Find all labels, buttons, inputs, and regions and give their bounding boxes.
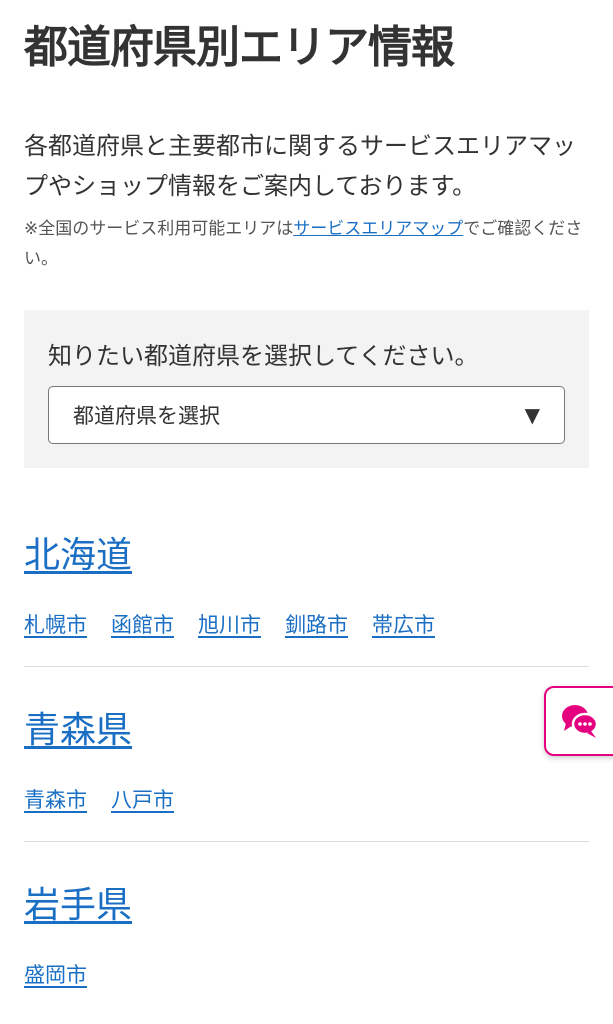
city-link[interactable]: 札幌市	[24, 608, 87, 642]
page: 都道府県別エリア情報 各都道府県と主要都市に関するサービスエリアマップやショップ…	[0, 0, 613, 1024]
chat-bubble-icon	[562, 705, 599, 738]
city-list: 青森市 八戸市	[24, 783, 589, 817]
prefecture-link-iwate[interactable]: 岩手県	[24, 882, 132, 930]
prefecture-selector-panel: 知りたい都道府県を選択してください。 都道府県を選択 ▼	[24, 310, 589, 468]
prefecture-section-aomori: 青森県 青森市 八戸市	[24, 667, 589, 842]
city-link[interactable]: 釧路市	[285, 608, 348, 642]
note-prefix: ※全国のサービス利用可能エリアは	[24, 219, 294, 239]
city-link[interactable]: 函館市	[111, 608, 174, 642]
note-text: ※全国のサービス利用可能エリアはサービスエリアマップでご確認ください。	[24, 214, 589, 274]
city-link[interactable]: 八戸市	[111, 783, 174, 817]
lead-text: 各都道府県と主要都市に関するサービスエリアマップやショップ情報をご案内しておりま…	[24, 132, 576, 200]
city-link[interactable]: 青森市	[24, 783, 87, 817]
page-title: 都道府県別エリア情報	[24, 22, 455, 73]
selector-label: 知りたい都道府県を選択してください。	[48, 342, 479, 370]
prefecture-section-iwate: 岩手県 盛岡市	[24, 842, 589, 1016]
service-area-map-link[interactable]: サービスエリアマップ	[293, 219, 463, 239]
prefecture-select-value: 都道府県を選択	[73, 404, 220, 428]
prefecture-link-hokkaido[interactable]: 北海道	[24, 532, 132, 580]
prefecture-section-hokkaido: 北海道 札幌市 函館市 旭川市 釧路市 帯広市	[24, 468, 589, 667]
dropdown-arrow-icon: ▼	[524, 403, 540, 427]
city-link[interactable]: 盛岡市	[24, 958, 87, 992]
chat-button[interactable]	[544, 686, 613, 756]
city-link[interactable]: 旭川市	[198, 608, 261, 642]
city-link[interactable]: 帯広市	[372, 608, 435, 642]
city-list: 盛岡市	[24, 958, 589, 992]
prefecture-link-aomori[interactable]: 青森県	[24, 707, 132, 755]
prefecture-select[interactable]: 都道府県を選択 ▼	[48, 386, 565, 444]
city-list: 札幌市 函館市 旭川市 釧路市 帯広市	[24, 608, 589, 642]
